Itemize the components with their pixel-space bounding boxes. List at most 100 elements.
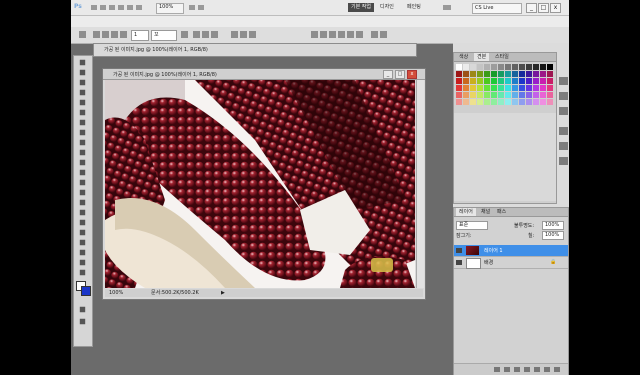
arrange-4-icon[interactable]	[338, 31, 345, 38]
swatch[interactable]	[519, 99, 525, 105]
history-brush-tool-icon[interactable]	[78, 149, 87, 156]
tab-paths[interactable]: 패스	[494, 208, 509, 216]
swatch[interactable]	[477, 99, 483, 105]
swatch[interactable]	[519, 85, 525, 91]
swatch[interactable]	[456, 92, 462, 98]
hand-view-icon[interactable]	[118, 5, 124, 10]
swatch[interactable]	[505, 99, 511, 105]
healing-brush-tool-icon[interactable]	[78, 119, 87, 126]
swatch[interactable]	[519, 64, 525, 70]
swatch[interactable]	[540, 92, 546, 98]
swatch[interactable]	[456, 64, 462, 70]
swatch[interactable]	[463, 64, 469, 70]
swatch[interactable]	[526, 71, 532, 77]
swatch[interactable]	[484, 99, 490, 105]
swatch[interactable]	[540, 71, 546, 77]
swatch[interactable]	[547, 71, 553, 77]
arrange-1-icon[interactable]	[311, 31, 318, 38]
dock-channels-icon[interactable]	[559, 142, 568, 150]
dock-paths-icon[interactable]	[559, 157, 568, 165]
new-group-icon[interactable]	[534, 367, 540, 372]
rotate-view-icon[interactable]	[136, 5, 142, 10]
3d-orbit-tool-icon[interactable]	[78, 249, 87, 256]
dodge-tool-icon[interactable]	[78, 189, 87, 196]
swatch[interactable]	[491, 85, 497, 91]
status-doc-size[interactable]: 문서:500.2K/500.2K	[151, 289, 199, 297]
swatch[interactable]	[463, 92, 469, 98]
swatch[interactable]	[456, 78, 462, 84]
dock-adjustments-icon[interactable]	[559, 92, 568, 100]
swatch[interactable]	[491, 64, 497, 70]
layer-name[interactable]: 레이어 1	[484, 247, 503, 254]
sample-icon[interactable]	[181, 31, 188, 38]
trash-icon[interactable]	[554, 367, 560, 372]
swatch[interactable]	[533, 99, 539, 105]
swatch[interactable]	[491, 78, 497, 84]
tab-channels[interactable]: 채널	[478, 208, 493, 216]
screen-mode-icon[interactable]	[198, 5, 204, 10]
path-selection-tool-icon[interactable]	[78, 219, 87, 226]
lasso-tool-icon[interactable]	[78, 79, 87, 86]
swatch[interactable]	[505, 64, 511, 70]
shape-tool-icon[interactable]	[78, 229, 87, 236]
swatch[interactable]	[512, 99, 518, 105]
layer-row[interactable]: 배경 🔒	[454, 257, 568, 269]
swatch[interactable]	[484, 92, 490, 98]
tab-layers[interactable]: 레이어	[456, 208, 476, 216]
swatch[interactable]	[470, 64, 476, 70]
doc-restore-button[interactable]: □	[395, 70, 405, 79]
swatch[interactable]	[477, 85, 483, 91]
swatch[interactable]	[526, 78, 532, 84]
pen-tool-icon[interactable]	[78, 199, 87, 206]
brush-panel-icon[interactable]	[102, 31, 109, 38]
minibridge-icon[interactable]	[100, 5, 106, 10]
swatch[interactable]	[470, 92, 476, 98]
tab-styles[interactable]: 스타일	[492, 53, 512, 61]
swatch[interactable]	[463, 71, 469, 77]
crop-tool-icon[interactable]	[78, 99, 87, 106]
auto-blend-icon[interactable]	[380, 31, 387, 38]
restore-button[interactable]: □	[538, 3, 549, 13]
mode-icon[interactable]	[111, 31, 118, 38]
minimize-button[interactable]: _	[526, 3, 537, 13]
blend-mode-select[interactable]: 표준	[456, 221, 488, 230]
marquee-tool-icon[interactable]	[78, 69, 87, 76]
swatch[interactable]	[519, 92, 525, 98]
workspace-painting[interactable]: 페인팅	[404, 3, 424, 12]
swatch[interactable]	[547, 99, 553, 105]
swatch[interactable]	[477, 71, 483, 77]
swatch[interactable]	[526, 85, 532, 91]
swatch[interactable]	[484, 85, 490, 91]
swatch[interactable]	[512, 85, 518, 91]
swatch[interactable]	[491, 92, 497, 98]
screen-mode-tool-icon[interactable]	[78, 318, 87, 325]
align-left-icon[interactable]	[193, 31, 200, 38]
3d-rotate-tool-icon[interactable]	[78, 239, 87, 246]
layer-name[interactable]: 배경	[484, 259, 493, 266]
close-app-button[interactable]: x	[550, 3, 561, 13]
swatch[interactable]	[526, 92, 532, 98]
swatch[interactable]	[540, 99, 546, 105]
distribute-icon[interactable]	[231, 31, 238, 38]
type-tool-icon[interactable]	[78, 209, 87, 216]
swatch[interactable]	[505, 85, 511, 91]
swatch[interactable]	[470, 71, 476, 77]
swatch[interactable]	[512, 64, 518, 70]
auto-align-icon[interactable]	[371, 31, 378, 38]
aligned-icon[interactable]	[120, 31, 127, 38]
arrange-5-icon[interactable]	[347, 31, 354, 38]
swatch[interactable]	[491, 71, 497, 77]
swatch[interactable]	[533, 78, 539, 84]
swatch[interactable]	[477, 78, 483, 84]
swatch[interactable]	[498, 99, 504, 105]
swatch[interactable]	[484, 71, 490, 77]
swatch[interactable]	[498, 64, 504, 70]
swatch[interactable]	[547, 78, 553, 84]
swatch[interactable]	[477, 64, 483, 70]
arrange-3-icon[interactable]	[329, 31, 336, 38]
dock-layers-icon[interactable]	[559, 127, 568, 135]
option-field-1[interactable]: 1	[131, 30, 149, 41]
swatch[interactable]	[505, 78, 511, 84]
align-right-icon[interactable]	[211, 31, 218, 38]
brush-tool-icon[interactable]	[78, 129, 87, 136]
